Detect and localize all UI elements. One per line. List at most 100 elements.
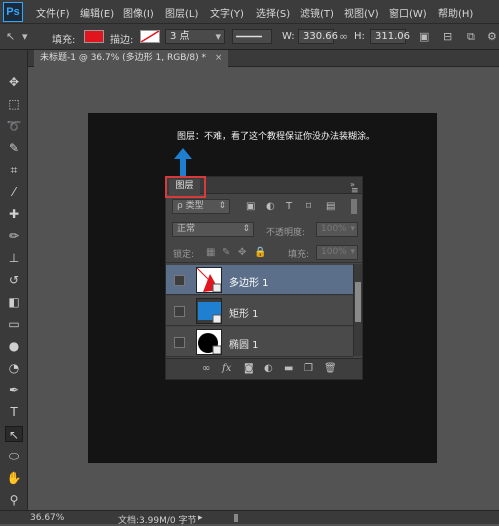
lock-label: 锁定:	[173, 250, 195, 260]
menu-filter[interactable]: 滤镜(T)	[300, 5, 334, 20]
healing-brush-tool-icon[interactable]: ✚	[5, 206, 23, 222]
blur-tool-icon[interactable]: ●	[5, 338, 23, 354]
lock-position-icon[interactable]: ✥	[238, 247, 246, 259]
gradient-tool-icon[interactable]: ▭	[5, 316, 23, 332]
adjustment-layer-icon[interactable]: ◐	[264, 363, 273, 375]
chevron-down-icon[interactable]: ▾	[22, 31, 28, 43]
shape-tool-icon[interactable]: ⬭	[5, 448, 23, 464]
menu-type[interactable]: 文字(Y)	[210, 5, 244, 20]
lasso-tool-icon[interactable]: ➰	[5, 118, 23, 134]
layer-row-polygon[interactable]: 多边形 1	[166, 265, 353, 295]
blend-mode-select[interactable]: 正常 ⇕	[172, 222, 254, 237]
clone-stamp-tool-icon[interactable]: ⊥	[5, 250, 23, 266]
path-operations-icon[interactable]: ▣	[419, 31, 429, 43]
new-layer-icon[interactable]: ❐	[304, 363, 313, 375]
new-group-icon[interactable]: ▬	[284, 363, 293, 375]
path-alignment-icon[interactable]: ⊟	[443, 31, 452, 43]
filter-kind-select[interactable]: ρ 类型 ⇕	[172, 199, 230, 214]
scrollbar-thumb[interactable]	[355, 282, 361, 322]
fill-opacity-value: 100%	[321, 247, 347, 257]
hand-tool-icon[interactable]: ✋	[5, 470, 23, 486]
lock-all-icon[interactable]: 🔒	[254, 247, 266, 259]
stroke-color-swatch[interactable]	[140, 30, 160, 43]
layer-style-icon[interactable]: fx	[222, 363, 231, 375]
menu-help[interactable]: 帮助(H)	[438, 5, 473, 20]
type-filter-icon[interactable]: T	[286, 201, 292, 213]
close-icon[interactable]: ×	[215, 53, 223, 63]
document-size: 文档:3.99M/0 字节	[118, 516, 197, 526]
status-menu-arrow-icon[interactable]: ▸	[198, 513, 203, 523]
history-brush-tool-icon[interactable]: ↺	[5, 272, 23, 288]
rectangle-layer-thumbnail	[196, 298, 222, 324]
lock-image-icon[interactable]: ✎	[222, 247, 230, 259]
layer-name[interactable]: 矩形 1	[229, 305, 259, 320]
opacity-field[interactable]: 100% ▾	[316, 222, 358, 237]
add-mask-icon[interactable]: ◙	[244, 363, 254, 375]
smart-object-filter-icon[interactable]: ▤	[326, 201, 335, 213]
path-selection-tool-icon[interactable]: ↖	[5, 426, 23, 442]
visibility-toggle[interactable]	[174, 306, 185, 317]
stroke-size-field[interactable]: 3 点 ▾	[165, 29, 225, 44]
pixel-filter-icon[interactable]: ▣	[246, 201, 255, 213]
ellipse-layer-thumbnail	[196, 329, 222, 355]
lock-transparent-icon[interactable]: ▦	[206, 247, 215, 259]
move-tool-icon[interactable]: ✥	[5, 74, 23, 90]
visibility-toggle[interactable]	[174, 337, 185, 348]
fill-opacity-field[interactable]: 100% ▾	[316, 245, 358, 260]
lock-row: 锁定: ▦ ✎ ✥ 🔒 填充: 100% ▾	[166, 242, 362, 263]
opacity-label: 不透明度:	[266, 228, 306, 238]
brush-tool-icon[interactable]: ✏	[5, 228, 23, 244]
crop-tool-icon[interactable]: ⌗	[5, 162, 23, 178]
layer-name[interactable]: 多边形 1	[229, 274, 269, 289]
path-arrangement-icon[interactable]: ⧉	[467, 31, 475, 43]
settings-gear-icon[interactable]: ⚙	[487, 31, 497, 43]
quick-selection-tool-icon[interactable]: ✎	[5, 140, 23, 156]
width-label: W:	[282, 31, 295, 42]
path-selection-tool-icon[interactable]: ↖	[6, 31, 15, 43]
type-tool-icon[interactable]: T	[5, 404, 23, 420]
height-field[interactable]: 311.06	[370, 29, 410, 44]
scroll-left-icon[interactable]	[230, 514, 238, 522]
fill-opacity-label: 填充:	[288, 250, 310, 260]
filter-kind-value: ρ 类型	[177, 201, 204, 211]
menu-view[interactable]: 视图(V)	[344, 5, 379, 20]
document-tab[interactable]: 未标题-1 @ 36.7% (多边形 1, RGB/8) * ×	[34, 50, 229, 67]
chevron-down-icon: ▾	[350, 247, 355, 257]
fill-color-swatch[interactable]	[84, 30, 104, 43]
filter-toggle[interactable]	[351, 199, 357, 214]
layers-panel: 图层 » ≡ ρ 类型 ⇕ ▣ ◐ T ⌑ ▤ 正常 ⇕ 不透明度: 100% …	[165, 176, 363, 380]
chevron-down-icon: ▾	[215, 30, 221, 43]
menu-select[interactable]: 选择(S)	[256, 5, 290, 20]
pen-tool-icon[interactable]: ✒	[5, 382, 23, 398]
trash-icon[interactable]: 🗑	[324, 363, 337, 375]
menu-window[interactable]: 窗口(W)	[389, 5, 427, 20]
dodge-tool-icon[interactable]: ◔	[5, 360, 23, 376]
width-field[interactable]: 330.66	[298, 29, 338, 44]
shape-filter-icon[interactable]: ⌑	[306, 201, 311, 213]
layer-row-ellipse[interactable]: 椭圆 1	[166, 327, 353, 357]
menu-image[interactable]: 图像(I)	[123, 5, 154, 20]
polygon-shape-icon	[197, 268, 221, 292]
visibility-toggle[interactable]	[174, 275, 185, 286]
link-layers-icon[interactable]: ∞	[202, 363, 210, 375]
layer-filter-row: ρ 类型 ⇕ ▣ ◐ T ⌑ ▤	[166, 196, 362, 218]
menu-edit[interactable]: 编辑(E)	[80, 5, 114, 20]
zoom-level[interactable]: 36.67%	[30, 513, 64, 523]
layers-scrollbar[interactable]	[353, 264, 362, 356]
stroke-label: 描边:	[110, 35, 134, 46]
link-icon[interactable]: ∞	[339, 31, 348, 43]
blend-mode-row: 正常 ⇕ 不透明度: 100% ▾	[166, 219, 362, 241]
eyedropper-tool-icon[interactable]: ⁄	[5, 184, 23, 200]
menu-layer[interactable]: 图层(L)	[165, 5, 198, 20]
no-color-slash-icon	[141, 31, 159, 42]
marquee-tool-icon[interactable]: ⬚	[5, 96, 23, 112]
layer-name[interactable]: 椭圆 1	[229, 336, 259, 351]
stroke-type-field[interactable]	[232, 29, 272, 44]
eraser-tool-icon[interactable]: ◧	[5, 294, 23, 310]
layer-row-rectangle[interactable]: 矩形 1	[166, 296, 353, 326]
rectangle-shape-icon	[198, 302, 221, 323]
adjustment-filter-icon[interactable]: ◐	[266, 201, 275, 213]
zoom-tool-icon[interactable]: ⚲	[5, 492, 23, 508]
menu-file[interactable]: 文件(F)	[36, 5, 70, 20]
options-bar: ↖ ▾ 填充: 描边: 3 点 ▾ W: 330.66 ∞ H: 311.06 …	[0, 24, 499, 50]
